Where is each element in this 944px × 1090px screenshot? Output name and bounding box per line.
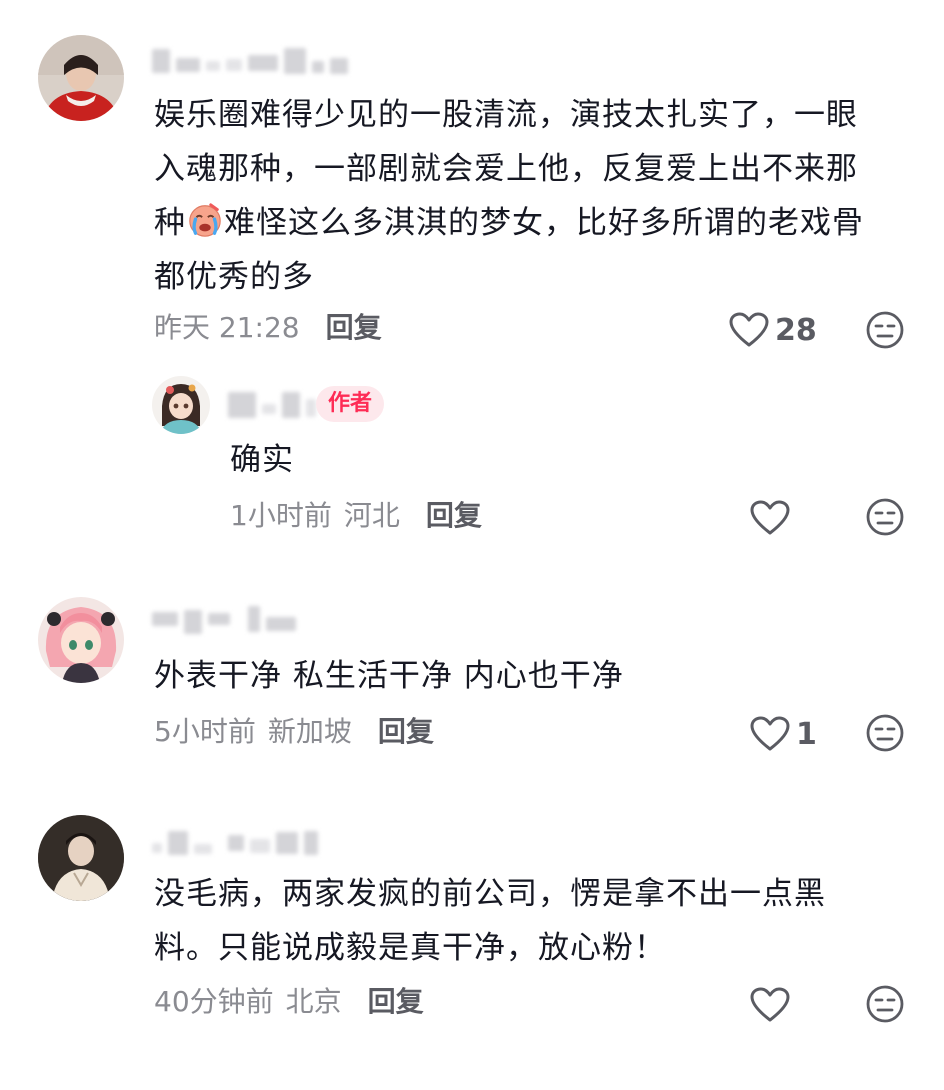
comment-text: 外表干净 私生活干净 内心也干净 [154, 658, 624, 694]
neutral-face-icon [866, 498, 904, 536]
heart-icon [750, 500, 790, 535]
comment-time: 昨天 21:28 [154, 311, 300, 344]
portrait-avatar-image [38, 815, 124, 901]
comment-text: 没毛病，两家发疯的前公司，愣是拿不出一点黑 料。只能说成毅是真干净，放心粉！ [154, 867, 914, 975]
comment-time: 5小时前 [154, 715, 256, 748]
reply-time: 1小时前 [230, 499, 332, 532]
username-blurred[interactable] [152, 604, 296, 634]
neutral-face-icon [866, 311, 904, 349]
avatar[interactable] [38, 597, 124, 683]
comment-line: 入魂那种，一部剧就会爱上他，反复爱上出不来那 [154, 151, 858, 187]
reply-button[interactable]: 回复 [426, 496, 482, 536]
anime-girl-avatar-image [152, 376, 210, 434]
reply-button[interactable]: 回复 [326, 308, 382, 348]
comment-location: 北京 [285, 985, 342, 1018]
crying-face-emoji-icon [189, 203, 221, 237]
comment-line: 都优秀的多 [154, 259, 314, 295]
anime-pink-hair-avatar-image [38, 597, 124, 683]
neutral-face-icon [866, 714, 904, 752]
comment-line: 料。只能说成毅是真干净，放心粉！ [154, 930, 666, 966]
reply-meta: 1小时前 河北 回复 [230, 496, 482, 536]
comment-line: 娱乐圈难得少见的一股清流，演技太扎实了，一眼 [154, 97, 858, 133]
comment-fragment: 难怪这么多淇淇的梦女，比好多所谓的老戏骨 [224, 205, 864, 241]
dislike-button[interactable] [865, 984, 905, 1024]
heart-icon [750, 716, 790, 751]
dislike-button[interactable] [865, 497, 905, 537]
dislike-button[interactable] [865, 310, 905, 350]
dislike-button[interactable] [865, 713, 905, 753]
like-count: 28 [775, 312, 817, 348]
comment-line: 种 难怪这么多淇淇的梦女，比好多所谓的老戏骨 [154, 196, 914, 250]
comment-meta: 5小时前 新加坡 回复 [154, 712, 434, 752]
heart-icon [750, 987, 790, 1022]
comment-line: 没毛病，两家发疯的前公司，愣是拿不出一点黑 [154, 876, 826, 912]
avatar[interactable] [38, 815, 124, 901]
like-button[interactable] [750, 498, 790, 538]
reply-location: 河北 [343, 499, 400, 532]
like-button[interactable] [750, 985, 790, 1025]
like-count: 1 [796, 716, 817, 752]
heart-icon [729, 312, 769, 347]
neutral-face-icon [866, 985, 904, 1023]
comment-text: 娱乐圈难得少见的一股清流，演技太扎实了，一眼 入魂那种，一部剧就会爱上他，反复爱… [154, 88, 914, 304]
reply-button[interactable]: 回复 [368, 982, 424, 1022]
comment-time: 40分钟前 [154, 985, 274, 1018]
author-badge: 作者 [316, 386, 385, 422]
comment-fragment: 种 [154, 205, 186, 241]
reply-text: 确实 [230, 442, 294, 478]
comment-meta: 40分钟前 北京 回复 [154, 982, 424, 1022]
avatar[interactable] [38, 35, 124, 121]
comment-meta: 昨天 21:28 回复 [154, 308, 382, 348]
reply-button[interactable]: 回复 [378, 712, 434, 752]
username-blurred[interactable] [152, 46, 348, 76]
author-avatar[interactable] [152, 376, 210, 434]
comment-location: 新加坡 [267, 715, 352, 748]
username-blurred[interactable] [152, 828, 318, 858]
avatar-image [38, 35, 124, 121]
like-button[interactable]: 1 [750, 714, 817, 754]
author-username-blurred[interactable] [228, 390, 316, 420]
like-button[interactable]: 28 [729, 310, 817, 350]
